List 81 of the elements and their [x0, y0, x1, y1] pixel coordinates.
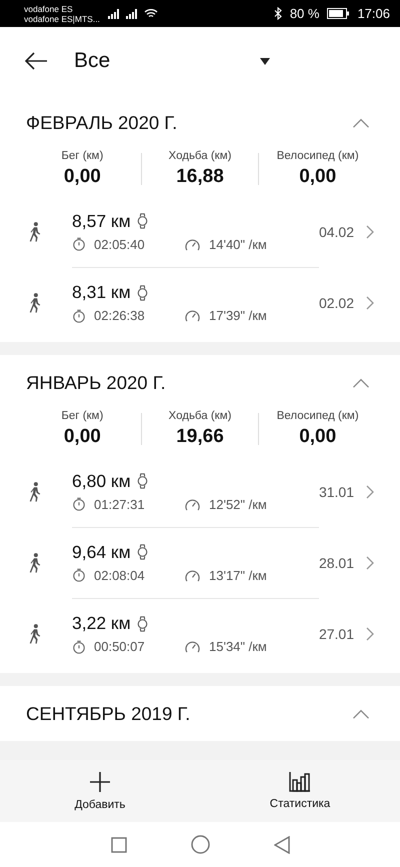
battery-icon [327, 8, 350, 19]
stopwatch-icon [72, 568, 86, 582]
stat-label: Ходьба (км) [168, 410, 232, 422]
stat-label: Ходьба (км) [168, 150, 232, 162]
carrier-name: vodafone ES|MTS... [24, 14, 100, 24]
month-heading: ФЕВРАЛЬ 2020 Г. [26, 112, 178, 134]
recent-apps-icon[interactable] [110, 836, 126, 852]
statistics-button[interactable]: Статистика [200, 760, 400, 822]
distance: 6,80 км [72, 470, 131, 492]
stopwatch-icon [72, 497, 86, 511]
speedometer-icon [184, 568, 201, 582]
activity-date: 02.02 [318, 294, 354, 310]
stat-value: 0,00 [299, 426, 336, 448]
carrier-name: vodafone ES [24, 4, 74, 14]
bluetooth-icon [274, 7, 282, 20]
stat-label: Велосипед (км) [276, 410, 359, 422]
back-icon[interactable] [24, 51, 48, 71]
clock: 17:06 [357, 6, 390, 21]
duration: 00:50:07 [94, 639, 145, 654]
walking-icon [28, 552, 42, 574]
stat-value: 0,00 [64, 426, 101, 448]
pace: 14'40" /км [209, 236, 267, 252]
distance: 3,22 км [72, 613, 131, 634]
stopwatch-icon [72, 640, 86, 654]
filter-dropdown[interactable]: Все [74, 49, 270, 73]
activity-date: 27.01 [318, 626, 354, 642]
speedometer-icon [184, 308, 201, 323]
add-button[interactable]: Добавить [0, 760, 200, 822]
chevron-up-icon[interactable] [352, 118, 370, 128]
duration: 01:27:31 [94, 496, 145, 512]
duration: 02:08:04 [94, 568, 145, 582]
chevron-right-icon[interactable] [366, 296, 374, 310]
chevron-right-icon[interactable] [366, 556, 374, 570]
watch-icon [136, 213, 148, 229]
activity-date: 04.02 [318, 224, 354, 240]
chevron-right-icon[interactable] [366, 224, 374, 238]
walking-icon [28, 480, 42, 502]
pace: 17'39" /км [209, 308, 267, 323]
watch-icon [136, 544, 148, 560]
stat-value: 0,00 [299, 166, 336, 188]
walking-icon [28, 292, 42, 314]
month-heading: ЯНВАРЬ 2020 Г. [26, 372, 166, 394]
stopwatch-icon [72, 237, 86, 251]
plus-icon [89, 771, 111, 793]
distance: 8,57 км [72, 210, 131, 232]
month-heading: СЕНТЯБРЬ 2019 Г. [26, 702, 190, 724]
watch-icon [136, 284, 148, 300]
dropdown-arrow-icon [260, 58, 270, 64]
stat-value: 0,00 [64, 166, 101, 188]
signal-icon [108, 8, 120, 18]
pace: 15'34" /км [209, 639, 267, 654]
duration: 02:05:40 [94, 236, 145, 252]
wifi-icon [144, 8, 158, 19]
walking-icon [28, 220, 42, 242]
home-icon[interactable] [190, 835, 210, 854]
chevron-up-icon[interactable] [352, 708, 370, 718]
battery-percent: 80 % [290, 6, 320, 21]
stopwatch-icon [72, 308, 86, 322]
pace: 12'52" /км [209, 496, 267, 512]
stat-value: 16,88 [176, 166, 224, 188]
watch-icon [136, 473, 148, 489]
signal-icon [126, 8, 138, 18]
duration: 02:26:38 [94, 308, 145, 323]
stat-label: Бег (км) [61, 150, 104, 162]
speedometer-icon [184, 496, 201, 512]
chevron-right-icon[interactable] [366, 484, 374, 498]
distance: 9,64 км [72, 542, 131, 562]
stat-label: Бег (км) [61, 410, 104, 422]
speedometer-icon [184, 236, 201, 252]
chevron-up-icon[interactable] [352, 378, 370, 388]
activity-date: 28.01 [318, 554, 354, 570]
pace: 13'17" /км [209, 568, 267, 582]
activity-date: 31.01 [318, 484, 354, 500]
chevron-right-icon[interactable] [366, 626, 374, 640]
stat-label: Велосипед (км) [276, 150, 359, 162]
walking-icon [28, 622, 42, 644]
speedometer-icon [184, 639, 201, 654]
bar-chart-icon [289, 772, 311, 792]
stat-value: 19,66 [176, 426, 224, 448]
watch-icon [136, 616, 148, 632]
distance: 8,31 км [72, 282, 131, 303]
